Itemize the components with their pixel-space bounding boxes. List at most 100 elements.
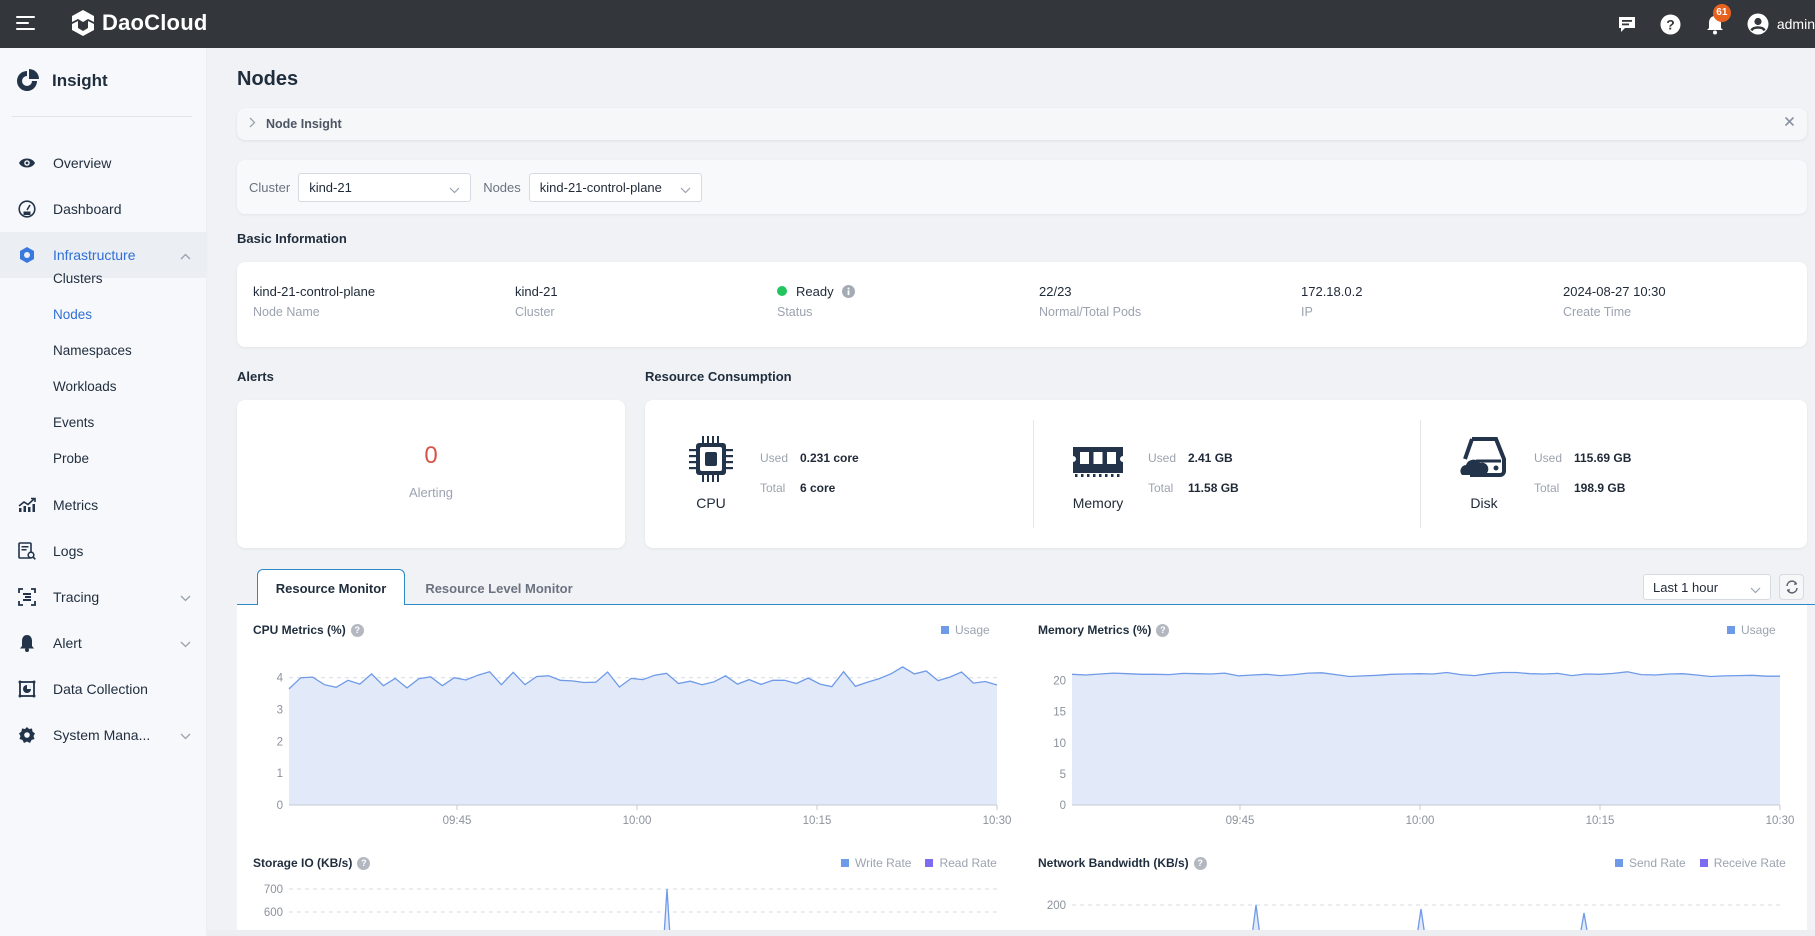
sidebar-item-overview[interactable]: Overview bbox=[0, 140, 207, 186]
info-node-name: kind-21-control-plane Node Name bbox=[253, 283, 376, 320]
cpu-chart-legend: Usage bbox=[927, 623, 990, 637]
memory-chart-legend: Usage bbox=[1713, 623, 1776, 637]
memory-total-value: 11.58 GB bbox=[1188, 481, 1239, 495]
legend-item-write-rate[interactable]: Write Rate bbox=[841, 856, 911, 870]
x-tick-label: 10:00 bbox=[623, 815, 652, 827]
help-icon[interactable]: ? bbox=[357, 856, 371, 870]
memory-chart: 0 5 10 15 20 09:45 10:00 10:15 10:30 bbox=[1053, 671, 1794, 827]
disk-label: Disk bbox=[1470, 495, 1498, 511]
y-tick-label: 10 bbox=[1053, 738, 1066, 750]
info-icon[interactable] bbox=[841, 284, 855, 298]
y-tick-label: 4 bbox=[277, 673, 284, 685]
y-tick-label: 0 bbox=[1060, 800, 1066, 812]
sidebar-item-infrastructure[interactable]: Infrastructure bbox=[0, 232, 207, 278]
network-chart-legend: Send Rate Receive Rate bbox=[1601, 856, 1786, 870]
cpu-chart: 0 1 2 3 4 09:45 10:00 10:15 10:30 bbox=[277, 666, 1011, 827]
cpu-icon bbox=[685, 435, 737, 490]
cpu-total-label: Total bbox=[760, 481, 786, 495]
info-create-time: 2024-08-27 10:30 Create Time bbox=[1563, 283, 1666, 320]
app-title[interactable]: Insight bbox=[14, 68, 108, 94]
sidebar-item-label: Dashboard bbox=[53, 201, 122, 217]
sidebar-item-tracing[interactable]: Tracing bbox=[0, 574, 207, 620]
svg-text:?: ? bbox=[1667, 16, 1676, 32]
sidebar-divider bbox=[12, 116, 192, 117]
time-range-select[interactable]: Last 1 hour bbox=[1643, 574, 1771, 600]
sidebar-subitem-nodes[interactable]: Nodes bbox=[53, 305, 92, 325]
memory-chart-title: Memory Metrics (%)? bbox=[1038, 623, 1170, 637]
y-tick-label: 20 bbox=[1053, 676, 1066, 688]
sidebar-subitem-clusters[interactable]: Clusters bbox=[53, 269, 103, 289]
chevron-down-icon bbox=[1750, 582, 1761, 597]
y-tick-label: 200 bbox=[1047, 900, 1066, 912]
alerts-card[interactable]: 0 Alerting bbox=[237, 400, 625, 548]
sidebar-subitem-workloads[interactable]: Workloads bbox=[53, 377, 117, 397]
y-tick-label: 600 bbox=[264, 907, 283, 919]
sidebar-item-dashboard[interactable]: Dashboard bbox=[0, 186, 207, 232]
sidebar-item-label: Overview bbox=[53, 155, 112, 171]
user-avatar-icon bbox=[1747, 13, 1769, 35]
sidebar-subitem-probe[interactable]: Probe bbox=[53, 449, 89, 469]
close-icon[interactable] bbox=[1784, 116, 1795, 130]
disk-total-label: Total bbox=[1534, 481, 1560, 495]
x-tick-label: 10:30 bbox=[983, 815, 1012, 827]
chevron-up-icon[interactable] bbox=[180, 247, 191, 263]
y-tick-label: 700 bbox=[264, 884, 283, 896]
legend-item-usage[interactable]: Usage bbox=[941, 623, 990, 637]
page-title: Nodes bbox=[237, 68, 299, 90]
network-chart-title: Network Bandwidth (KB/s)? bbox=[1038, 856, 1207, 870]
menu-icon[interactable] bbox=[16, 16, 35, 31]
chevron-down-icon bbox=[680, 182, 691, 197]
series-area bbox=[1072, 671, 1780, 805]
help-icon[interactable]: ? bbox=[1193, 856, 1207, 870]
help-icon[interactable]: ? bbox=[1156, 623, 1170, 637]
legend-item-usage[interactable]: Usage bbox=[1727, 623, 1776, 637]
x-tick-label: 10:30 bbox=[1766, 815, 1795, 827]
help-icon[interactable]: ? bbox=[350, 623, 364, 637]
legend-item-receive-rate[interactable]: Receive Rate bbox=[1699, 856, 1786, 870]
storage-chart-legend: Write Rate Read Rate bbox=[827, 856, 997, 870]
chevron-down-icon[interactable] bbox=[180, 589, 191, 605]
alerts-heading: Alerts bbox=[237, 369, 274, 384]
message-icon[interactable] bbox=[1615, 12, 1639, 36]
alert-count: 0 bbox=[424, 442, 438, 469]
info-status: Ready Status bbox=[777, 282, 855, 319]
chevron-right-icon[interactable] bbox=[249, 117, 256, 131]
cluster-select-value: kind-21 bbox=[309, 179, 352, 195]
cpu-total-value: 6 core bbox=[800, 481, 836, 495]
legend-item-read-rate[interactable]: Read Rate bbox=[925, 856, 997, 870]
chevron-down-icon[interactable] bbox=[180, 635, 191, 651]
cpu-chart-title: CPU Metrics (%)? bbox=[253, 623, 364, 637]
sidebar-subitem-namespaces[interactable]: Namespaces bbox=[53, 341, 132, 361]
nodes-select[interactable]: kind-21-control-plane bbox=[528, 172, 702, 202]
user-menu[interactable]: admin bbox=[1747, 13, 1815, 35]
sidebar-item-logs[interactable]: Logs bbox=[0, 528, 207, 574]
cpu-label: CPU bbox=[696, 495, 726, 511]
x-tick-label: 10:15 bbox=[803, 815, 832, 827]
resource-card: CPU Used 0.231 core Total 6 core Memory bbox=[645, 400, 1807, 548]
bell-icon bbox=[18, 634, 36, 652]
brand-logo[interactable]: DaoCloud bbox=[70, 9, 207, 37]
tab-resource-monitor[interactable]: Resource Monitor bbox=[257, 569, 405, 607]
refresh-button[interactable] bbox=[1779, 574, 1804, 600]
sidebar-item-data-collection[interactable]: Data Collection bbox=[0, 666, 207, 712]
sidebar: Insight Overview Dashboard Infrastructur… bbox=[0, 48, 207, 936]
disk-used-value: 115.69 GB bbox=[1574, 451, 1632, 465]
help-icon[interactable]: ? bbox=[1659, 12, 1683, 36]
chevron-down-icon[interactable] bbox=[180, 727, 191, 743]
sidebar-item-alert[interactable]: Alert bbox=[0, 620, 207, 666]
cluster-select[interactable]: kind-21 bbox=[298, 172, 472, 202]
main-content: Nodes Node Insight Cluster kind-21 Nodes… bbox=[207, 48, 1815, 936]
sidebar-item-label: Infrastructure bbox=[53, 247, 136, 263]
sidebar-subitem-events[interactable]: Events bbox=[53, 413, 94, 433]
node-insight-bar[interactable]: Node Insight bbox=[237, 108, 1807, 140]
trace-icon bbox=[18, 588, 36, 606]
sidebar-item-metrics[interactable]: Metrics bbox=[0, 482, 207, 528]
y-tick-label: 1 bbox=[277, 768, 283, 780]
sidebar-item-system-management[interactable]: System Mana... bbox=[0, 712, 207, 758]
disk-used-label: Used bbox=[1534, 451, 1563, 465]
legend-item-send-rate[interactable]: Send Rate bbox=[1615, 856, 1686, 870]
daocloud-logo-icon bbox=[72, 10, 94, 36]
tab-resource-level-monitor[interactable]: Resource Level Monitor bbox=[405, 569, 593, 607]
bell-icon[interactable]: 61 bbox=[1703, 4, 1731, 36]
sidebar-item-label: System Mana... bbox=[53, 727, 151, 743]
